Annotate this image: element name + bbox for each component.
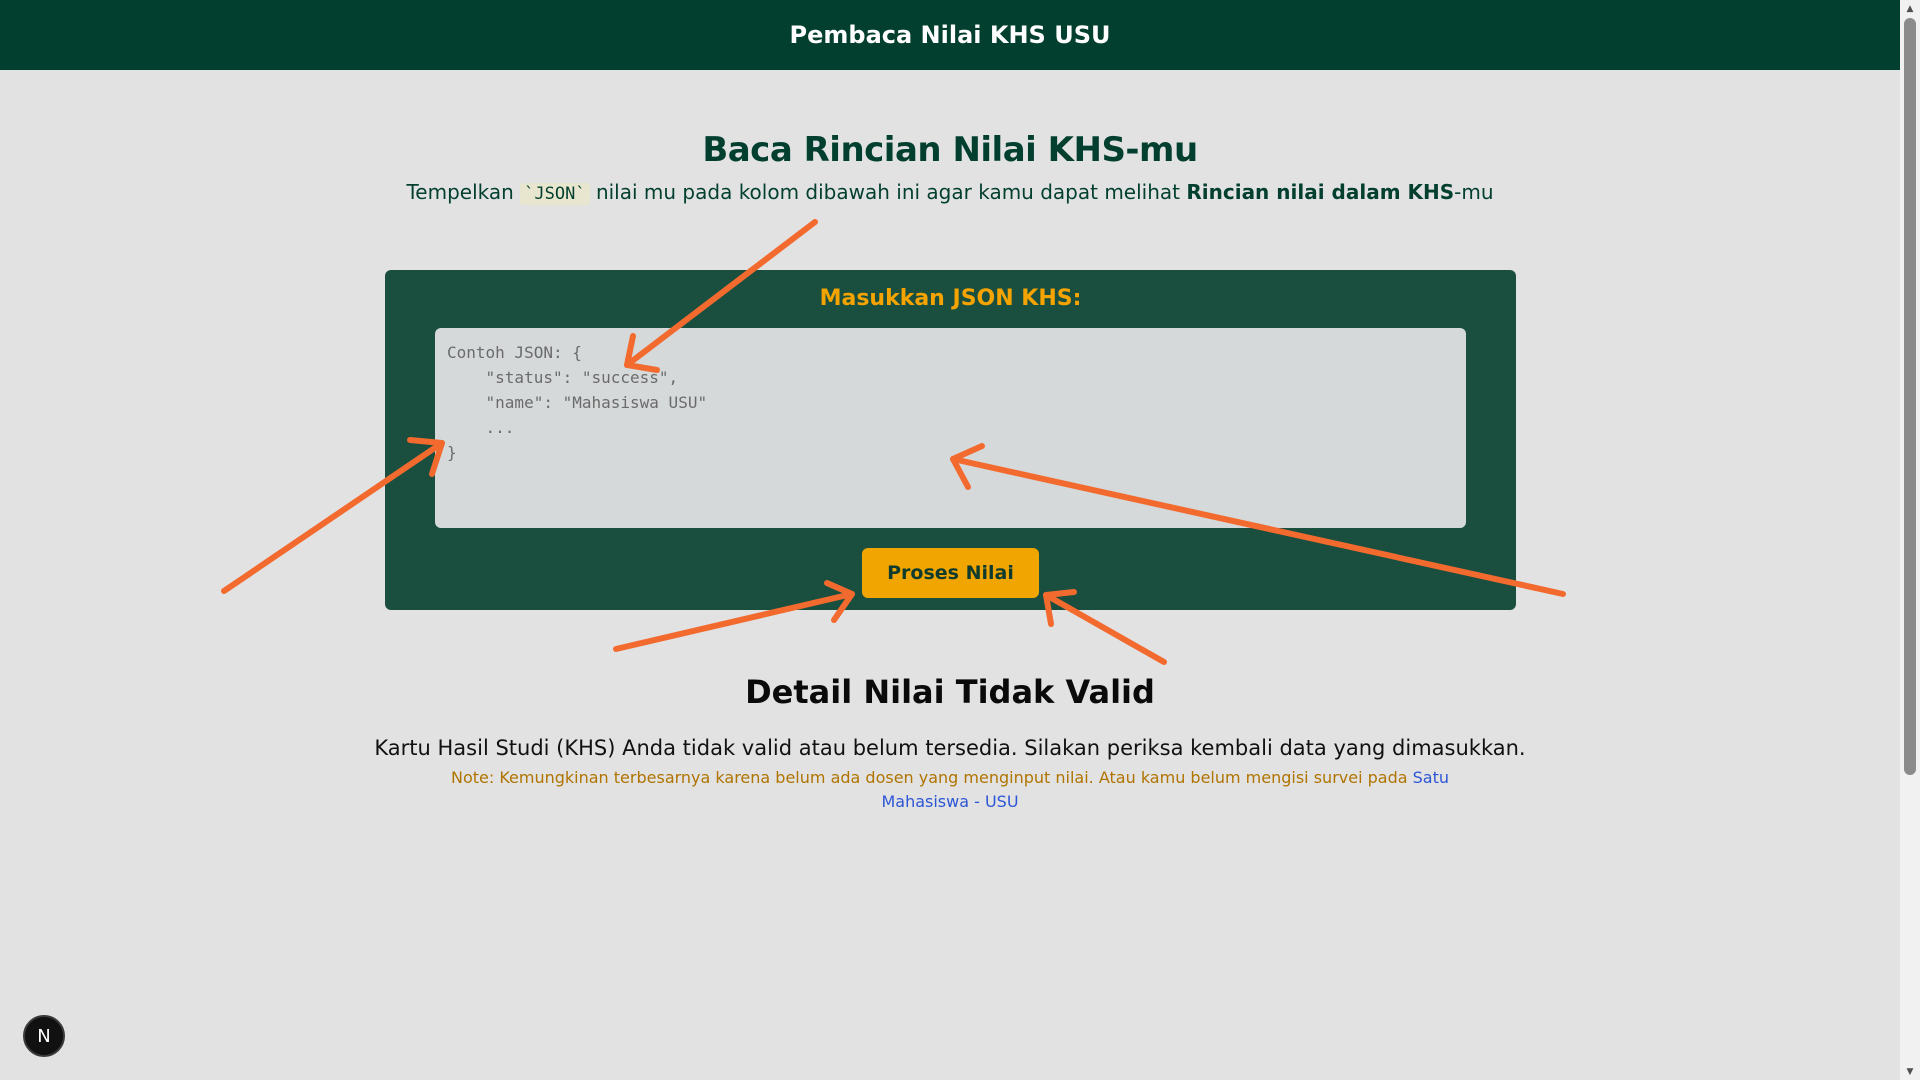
vertical-scrollbar[interactable]: ▲ ▼ <box>1900 0 1920 1080</box>
subtitle-middle: nilai mu pada kolom dibawah ini agar kam… <box>595 180 1180 204</box>
page-subtitle: Tempelkan `JSON` nilai mu pada kolom dib… <box>0 180 1900 205</box>
subtitle-bold: Rincian nilai dalam KHS <box>1186 180 1455 204</box>
note-text: Note: Kemungkinan terbesarnya karena bel… <box>450 768 1408 787</box>
json-textarea[interactable]: Contoh JSON: { "status": "success", "nam… <box>435 328 1466 528</box>
app-header: Pembaca Nilai KHS USU <box>0 0 1900 70</box>
result-message: Kartu Hasil Studi (KHS) Anda tidak valid… <box>374 736 1526 760</box>
subtitle-prefix: Tempelkan <box>406 180 514 204</box>
result-title: Detail Nilai Tidak Valid <box>745 673 1155 711</box>
page-title: Baca Rincian Nilai KHS-mu <box>702 130 1198 170</box>
json-input-heading: Masukkan JSON KHS: <box>819 286 1082 311</box>
scrollbar-thumb[interactable] <box>1904 18 1916 775</box>
subtitle-suffix: -mu <box>1454 180 1494 204</box>
scroll-up-icon[interactable]: ▲ <box>1900 0 1920 17</box>
process-button[interactable]: Proses Nilai <box>862 548 1039 598</box>
subtitle-code: `JSON` <box>520 183 590 205</box>
json-input-card: Masukkan JSON KHS: Contoh JSON: { "statu… <box>385 270 1516 610</box>
scroll-down-icon[interactable]: ▼ <box>1900 1063 1920 1080</box>
dev-tools-badge[interactable]: N <box>23 1015 65 1057</box>
result-note: Note: Kemungkinan terbesarnya karena bel… <box>440 766 1460 814</box>
header-title: Pembaca Nilai KHS USU <box>789 21 1111 49</box>
